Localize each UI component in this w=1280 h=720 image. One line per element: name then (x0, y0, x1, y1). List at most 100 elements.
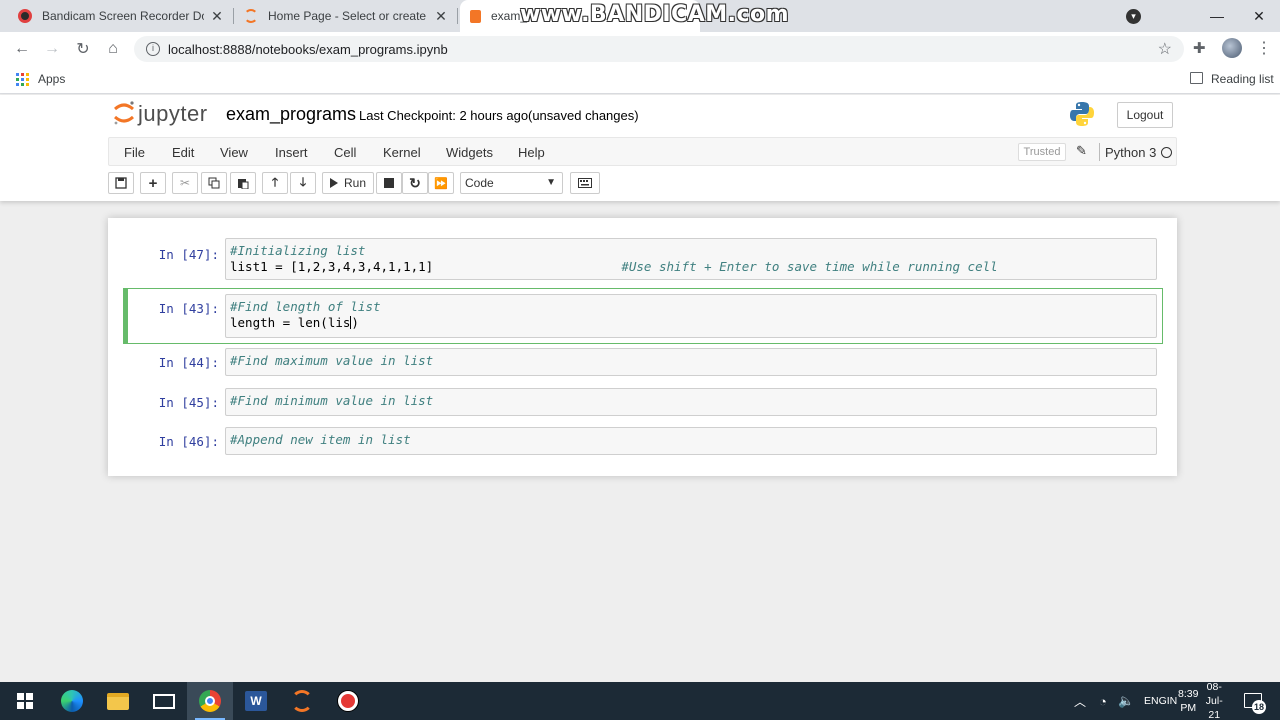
code-cell[interactable]: In [44]: #Find maximum value in list (123, 345, 1163, 381)
menu-insert[interactable]: Insert (275, 145, 308, 160)
apps-grid-icon[interactable] (16, 73, 29, 86)
tab-close-icon[interactable]: ✕ (210, 8, 224, 25)
menu-help[interactable]: Help (518, 145, 545, 160)
code-editor[interactable]: #Append new item in list (225, 427, 1157, 455)
kernel-name[interactable]: Python 3 (1105, 145, 1156, 160)
tab-bandicam[interactable]: Bandicam Screen Recorder Down ✕ (8, 0, 234, 32)
command-palette-button[interactable] (570, 172, 600, 194)
home-button[interactable]: ⌂ (101, 37, 125, 61)
reload-button[interactable]: ↻ (71, 37, 95, 61)
menu-kernel[interactable]: Kernel (383, 145, 421, 160)
clock-time: 8:39 PM (1178, 688, 1199, 714)
chrome-icon (199, 690, 221, 712)
copy-cells-button[interactable] (201, 172, 227, 194)
restart-run-all-button[interactable]: ⏩ (428, 172, 454, 194)
run-cell-button[interactable]: Run (322, 172, 374, 194)
autosave-status: (unsaved changes) (528, 108, 639, 123)
jupyter-logo-text[interactable]: jupyter (138, 101, 208, 127)
taskbar-jupyter[interactable] (279, 682, 325, 720)
move-cell-up-button[interactable]: 🡑 (262, 172, 288, 194)
clock[interactable]: 8:39 PM 08-Jul-21 (1176, 681, 1228, 720)
save-button[interactable] (108, 172, 134, 194)
site-info-icon[interactable]: i (146, 42, 160, 56)
kernel-separator (1099, 143, 1100, 161)
logout-button[interactable]: Logout (1117, 102, 1173, 128)
url-text[interactable]: localhost:8888/notebooks/exam_programs.i… (168, 42, 448, 57)
taskbar-word[interactable]: W (233, 682, 279, 720)
profile-avatar[interactable] (1222, 38, 1242, 58)
extensions-puzzle-icon[interactable]: ✚ (1193, 39, 1206, 57)
python-logo-icon (1070, 102, 1094, 126)
maximize-button[interactable] (1197, 0, 1239, 32)
tab-jupyter-home[interactable]: Home Page - Select or create a n ✕ (234, 0, 458, 32)
notebook-name[interactable]: exam_programs (226, 104, 356, 125)
bookmark-apps[interactable]: Apps (38, 72, 65, 86)
reading-list-button[interactable]: Reading list (1211, 72, 1274, 86)
keyboard-icon (578, 178, 592, 188)
edit-mode-pencil-icon: ✎ (1076, 143, 1087, 158)
start-button[interactable] (2, 682, 48, 720)
input-language-indicator[interactable]: ENG IN (1144, 682, 1177, 720)
move-cell-down-button[interactable]: 🡓 (290, 172, 316, 194)
code-cell[interactable]: In [45]: #Find minimum value in list (123, 384, 1163, 420)
play-icon (329, 178, 338, 188)
menu-widgets[interactable]: Widgets (446, 145, 493, 160)
address-bar[interactable]: i localhost:8888/notebooks/exam_programs… (134, 36, 1184, 62)
bookmark-star-icon[interactable]: ☆ (1158, 39, 1172, 59)
paste-cells-button[interactable] (230, 172, 256, 194)
taskbar-chrome[interactable] (187, 682, 233, 720)
windows-taskbar: W ︿ ◔ 🔈 ENG IN 8:39 PM 08-Jul-21 18 (0, 681, 1280, 720)
browser-toolbar: ← → ↻ ⌂ i localhost:8888/notebooks/exam_… (0, 32, 1280, 66)
notification-count-badge: 18 (1252, 700, 1266, 714)
wifi-icon[interactable]: ◔ (1099, 682, 1107, 720)
code-cell[interactable]: In [47]: #Initializing list list1 = [1,2… (123, 233, 1163, 283)
jupyter-logo-icon[interactable] (112, 100, 136, 126)
code-editor[interactable]: #Find minimum value in list (225, 388, 1157, 416)
menu-cell[interactable]: Cell (334, 145, 356, 160)
input-prompt: In [44]: (158, 355, 219, 370)
taskbar-file-explorer[interactable] (95, 682, 141, 720)
reading-list-icon[interactable] (1190, 72, 1203, 84)
forward-button[interactable]: → (40, 37, 64, 61)
taskbar-mail[interactable] (141, 682, 187, 720)
kernel-idle-indicator-icon (1161, 147, 1172, 158)
close-window-button[interactable]: ✕ (1238, 0, 1280, 32)
restart-kernel-button[interactable]: ↻ (402, 172, 428, 194)
code-comment: #Find minimum value in list (230, 393, 434, 408)
menu-file[interactable]: File (124, 145, 145, 160)
code-editor[interactable]: #Initializing list list1 = [1,2,3,4,3,4,… (225, 238, 1157, 280)
fast-forward-icon: ⏩ (434, 177, 448, 190)
back-button[interactable]: ← (10, 37, 34, 61)
cell-type-select[interactable]: Code ▼ (460, 172, 563, 194)
restart-icon: ↻ (409, 174, 421, 191)
interrupt-kernel-button[interactable] (376, 172, 402, 194)
scissors-icon: ✂ (179, 176, 191, 190)
notebook-container: In [47]: #Initializing list list1 = [1,2… (108, 218, 1177, 476)
code-text: list1 = [1,2,3,4,3,4,1,1,1] (230, 259, 434, 274)
browser-menu-icon[interactable]: ⋮ (1256, 38, 1272, 58)
browser-tab-strip: Bandicam Screen Recorder Down ✕ Home Pag… (0, 0, 1280, 32)
chrome-profile-dropdown-icon[interactable]: ▾ (1126, 9, 1141, 24)
input-prompt: In [45]: (158, 395, 219, 410)
trusted-notebook-indicator[interactable]: Trusted (1018, 143, 1066, 161)
tab-title: Home Page - Select or create a n (268, 9, 428, 23)
menu-edit[interactable]: Edit (172, 145, 194, 160)
show-hidden-icons-button[interactable]: ︿ (1074, 682, 1086, 720)
jupyter-icon (291, 690, 313, 712)
code-comment: #Use shift + Enter to save time while ru… (621, 259, 998, 274)
volume-icon[interactable]: 🔈 (1118, 682, 1134, 720)
insert-cell-below-button[interactable]: + (140, 172, 166, 194)
menu-view[interactable]: View (220, 145, 248, 160)
bookmarks-bar: Apps Reading list (0, 66, 1280, 94)
code-text: length = len(lis (230, 315, 351, 330)
language-code: ENG (1144, 695, 1167, 707)
code-cell[interactable]: In [46]: #Append new item in list (123, 423, 1163, 459)
code-editor[interactable]: #Find maximum value in list (225, 348, 1157, 376)
taskbar-bandicam[interactable] (325, 682, 371, 720)
code-cell-selected[interactable]: In [43]: #Find length of list length = l… (123, 288, 1163, 344)
code-editor[interactable]: #Find length of list length = len(lis) (225, 294, 1157, 338)
tab-close-icon[interactable]: ✕ (434, 8, 448, 25)
cut-cells-button[interactable]: ✂ (172, 172, 198, 194)
taskbar-edge[interactable] (49, 682, 95, 720)
arrow-up-icon: 🡑 (271, 174, 279, 189)
